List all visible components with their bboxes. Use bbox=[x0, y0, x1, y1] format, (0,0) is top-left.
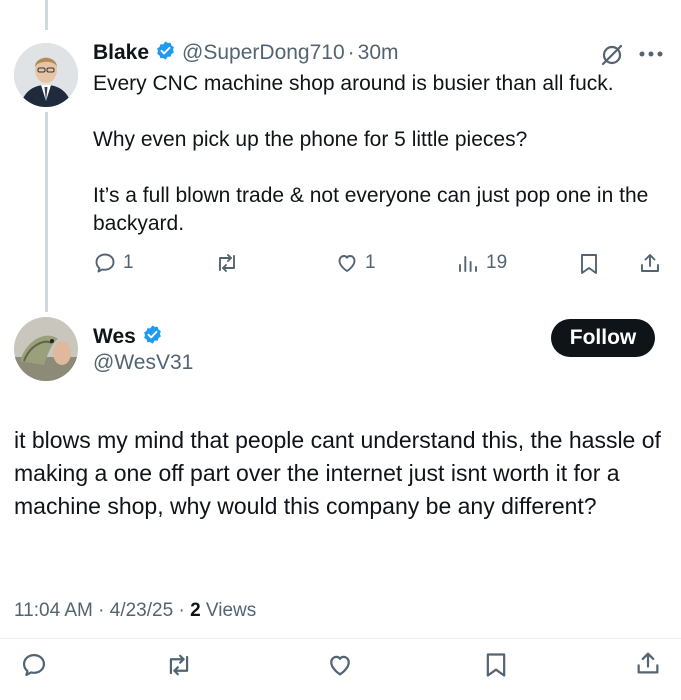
blake-avatar[interactable] bbox=[14, 43, 78, 107]
thread-line-bottom bbox=[45, 112, 48, 312]
reply-paragraph-1: Every CNC machine shop around is busier … bbox=[93, 72, 614, 95]
meta-divider bbox=[0, 638, 681, 639]
reply-bookmark-icon[interactable] bbox=[578, 252, 600, 276]
fish-photo-icon bbox=[14, 317, 78, 381]
reply-timestamp[interactable]: 30m bbox=[358, 41, 399, 65]
reply-header: Blake @SuperDong710 · 30m bbox=[93, 40, 399, 66]
like-count: 1 bbox=[365, 252, 376, 273]
main-tweet-text: it blows my mind that people cant unders… bbox=[14, 427, 661, 519]
main-author-name[interactable]: Wes bbox=[93, 325, 136, 349]
reply-paragraph-2: Why even pick up the phone for 5 little … bbox=[93, 128, 528, 151]
reply-paragraph-3: It’s a full blown trade & not everyone c… bbox=[93, 184, 649, 235]
grok-icon[interactable] bbox=[599, 42, 625, 68]
main-reply-icon[interactable] bbox=[20, 651, 48, 679]
main-tweet-views-count: 2 bbox=[190, 600, 201, 621]
reply-count: 1 bbox=[123, 252, 134, 273]
reply-meta-separator: · bbox=[347, 41, 355, 64]
person-photo-icon bbox=[14, 43, 78, 107]
main-bookmark-icon[interactable] bbox=[483, 651, 509, 679]
main-tweet-date[interactable]: 4/23/25 bbox=[110, 600, 173, 621]
meta-dot-2: · bbox=[178, 600, 185, 621]
reply-share-icon[interactable] bbox=[638, 251, 662, 275]
reply-action-views[interactable]: 19 bbox=[456, 251, 507, 275]
thread-line-top bbox=[45, 0, 48, 30]
reply-text: Every CNC machine shop around is busier … bbox=[93, 70, 668, 238]
reply-action-like[interactable]: 1 bbox=[335, 251, 376, 275]
follow-button[interactable]: Follow bbox=[551, 319, 655, 357]
main-tweet-views-label[interactable]: Views bbox=[206, 600, 256, 621]
main-author: Wes bbox=[93, 323, 163, 351]
main-share-icon[interactable] bbox=[634, 649, 662, 677]
main-tweet-time[interactable]: 11:04 AM bbox=[14, 600, 93, 621]
main-repost-icon[interactable] bbox=[164, 651, 194, 679]
views-count: 19 bbox=[486, 252, 508, 273]
main-verified-badge-icon bbox=[142, 324, 163, 351]
main-author-handle[interactable]: @WesV31 bbox=[93, 351, 193, 375]
main-tweet-meta: 11:04 AM · 4/23/25 · 2 Views bbox=[14, 600, 256, 622]
reply-author-handle[interactable]: @SuperDong710 bbox=[182, 41, 345, 65]
verified-badge-icon bbox=[155, 40, 176, 67]
views-chart-icon bbox=[456, 251, 480, 275]
reply-action-repost[interactable] bbox=[214, 251, 246, 275]
main-like-icon[interactable] bbox=[326, 651, 354, 679]
heart-icon bbox=[335, 251, 359, 275]
reply-author-name[interactable]: Blake bbox=[93, 41, 149, 65]
reply-bubble-icon bbox=[93, 251, 117, 275]
wes-avatar[interactable] bbox=[14, 317, 78, 381]
repost-icon bbox=[214, 251, 240, 275]
meta-dot-1: · bbox=[98, 600, 105, 621]
reply-action-reply[interactable]: 1 bbox=[93, 251, 134, 275]
more-options-icon[interactable] bbox=[638, 50, 664, 58]
